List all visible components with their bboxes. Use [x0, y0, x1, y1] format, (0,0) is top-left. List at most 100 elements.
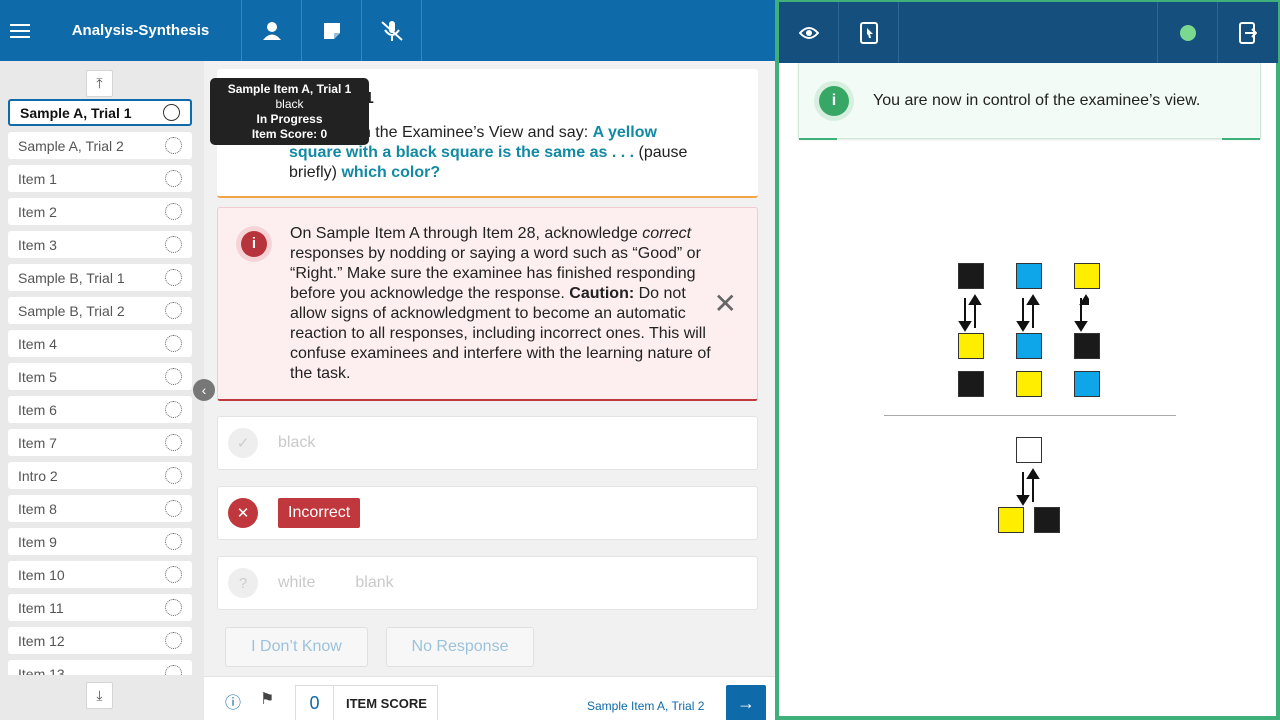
sidebar-item-label: Intro 2 [18, 467, 58, 484]
not-started-icon [165, 137, 182, 154]
flag-icon[interactable]: ⚑ [260, 689, 274, 709]
notice-accent-left [799, 138, 837, 140]
sidebar-item-label: Item 13 [18, 665, 65, 676]
sidebar-item[interactable]: Item 8 [8, 495, 192, 522]
item-square [1034, 507, 1060, 533]
not-started-icon [165, 269, 182, 286]
sidebar-item[interactable]: Sample A, Trial 2 [8, 132, 192, 159]
person-icon[interactable] [242, 0, 302, 61]
item-tooltip: Sample Item A, Trial 1 black In Progress… [210, 78, 369, 145]
item-score-value: 0 [296, 685, 334, 720]
item-square [998, 507, 1024, 533]
control-notice: i You are now in control of the examinee… [798, 63, 1261, 140]
sidebar-item[interactable]: Item 1 [8, 165, 192, 192]
tooltip-title: Sample Item A, Trial 1 [227, 82, 352, 96]
examinee-toolbar [779, 2, 1278, 63]
key-square [1074, 371, 1100, 397]
sidebar-item[interactable]: Item 7 [8, 429, 192, 456]
sidebar-item[interactable]: Item 9 [8, 528, 192, 555]
connection-status-icon [1158, 2, 1218, 63]
main-panel: m A, Trial 1 e puzzle on the Examinee’s … [204, 61, 775, 720]
sidebar-item-label: Item 2 [18, 203, 57, 220]
other-answer-1: white [278, 574, 316, 591]
control-notice-text: You are now in control of the examinee’s… [873, 91, 1201, 109]
exit-tablet-icon[interactable] [1218, 2, 1278, 63]
toolbar-spacer [899, 2, 1158, 63]
caution-label: Caution: [569, 285, 635, 302]
caution-card: i On Sample Item A through Item 28, ackn… [217, 207, 758, 401]
key-square [1016, 263, 1042, 289]
key-square [958, 263, 984, 289]
not-started-icon [165, 170, 182, 187]
sidebar-item[interactable]: Item 3 [8, 231, 192, 258]
incorrect-badge: Incorrect [278, 498, 361, 528]
not-started-icon [165, 500, 182, 517]
not-started-icon [165, 335, 182, 352]
not-started-icon [165, 401, 182, 418]
notice-accent-right [1222, 138, 1260, 140]
sidebar-item-label: Item 1 [18, 170, 57, 187]
question-icon: ? [228, 568, 258, 598]
next-item-label[interactable]: Sample Item A, Trial 2 [587, 699, 704, 713]
sidebar-item[interactable]: Item 10 [8, 561, 192, 588]
not-started-icon [165, 467, 182, 484]
info-icon: i [819, 85, 849, 116]
not-started-icon [165, 632, 182, 649]
info-icon[interactable]: ⓘ [225, 689, 241, 713]
in-progress-icon [163, 104, 180, 121]
key-square [958, 371, 984, 397]
not-started-icon [165, 302, 182, 319]
alert-icon: i [236, 226, 272, 262]
answer-box [1016, 437, 1042, 463]
not-started-icon [165, 599, 182, 616]
tooltip-status: In Progress [256, 112, 323, 126]
caution-text: On Sample Item A through Item 28, acknow… [290, 224, 720, 384]
tablet-pointer-icon[interactable] [839, 2, 899, 63]
next-arrow-button[interactable]: → [726, 685, 766, 720]
swap-arrows-icon [1016, 468, 1040, 506]
not-started-icon [165, 665, 182, 675]
sidebar-item[interactable]: Item 12 [8, 627, 192, 654]
no-response-button[interactable]: No Response [386, 627, 534, 667]
sidebar-item-label: Item 5 [18, 368, 57, 385]
not-started-icon [165, 368, 182, 385]
dont-know-button[interactable]: I Don’t Know [225, 627, 368, 667]
sidebar-item[interactable]: Item 11 [8, 594, 192, 621]
sidebar-item[interactable]: Item 2 [8, 198, 192, 225]
correct-option[interactable]: ✓ black [217, 416, 758, 470]
sidebar-item-label: Item 9 [18, 533, 57, 550]
sidebar-item[interactable]: Sample A, Trial 1 [8, 99, 192, 126]
sidebar-item[interactable]: Intro 2 [8, 462, 192, 489]
correct-answer-label: black [278, 434, 316, 451]
sidebar-item[interactable]: Sample B, Trial 2 [8, 297, 192, 324]
incorrect-option[interactable]: ✕ Incorrect [217, 486, 758, 540]
sidebar-item-label: Item 4 [18, 335, 57, 352]
footer-bar: ⓘ ⚑ 0 ITEM SCORE Sample Item A, Trial 2 … [204, 676, 775, 720]
not-started-icon [165, 533, 182, 550]
scroll-bottom-icon[interactable]: ⤓ [86, 682, 113, 709]
sidebar-item-label: Sample B, Trial 1 [18, 269, 125, 286]
microphone-off-icon[interactable] [362, 0, 422, 61]
check-icon: ✓ [228, 428, 258, 458]
key-square [1074, 263, 1100, 289]
x-icon: ✕ [228, 498, 258, 528]
sidebar-item-label: Sample B, Trial 2 [18, 302, 125, 319]
not-started-icon [165, 236, 182, 253]
sidebar-item[interactable]: Sample B, Trial 1 [8, 264, 192, 291]
item-sidebar: ⤒ Sample A, Trial 1 Sample A, Trial 2 Item… [0, 61, 204, 720]
sidebar-item[interactable]: Item 13 [8, 660, 192, 675]
eye-icon[interactable] [779, 2, 839, 63]
not-started-icon [165, 203, 182, 220]
other-option[interactable]: ? white blank [217, 556, 758, 610]
tooltip-response: black [275, 97, 304, 111]
warning-emphasis: correct [642, 225, 692, 242]
sidebar-item[interactable]: Item 6 [8, 396, 192, 423]
sidebar-item-label: Item 12 [18, 632, 65, 649]
note-icon[interactable] [302, 0, 362, 61]
menu-icon[interactable] [0, 0, 40, 61]
sidebar-item[interactable]: Item 4 [8, 330, 192, 357]
sidebar-item[interactable]: Item 5 [8, 363, 192, 390]
collapse-sidebar-icon[interactable]: ‹ [193, 379, 215, 401]
divider [884, 415, 1176, 416]
close-icon[interactable]: ✕ [714, 290, 737, 318]
